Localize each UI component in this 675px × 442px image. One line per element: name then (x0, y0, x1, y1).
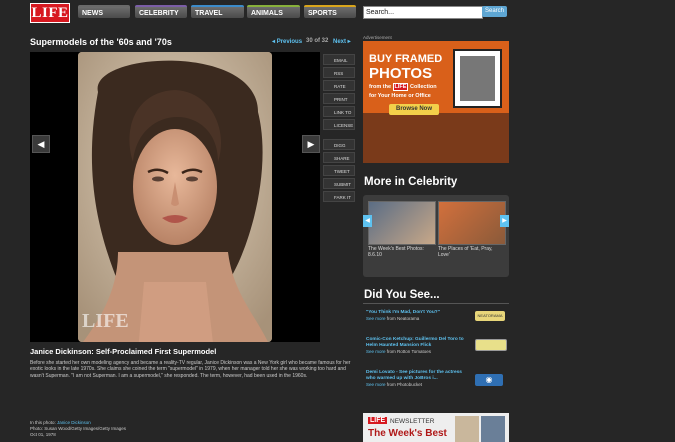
next-label: Next (333, 39, 347, 45)
more-thumb-1[interactable] (368, 201, 436, 245)
newsletter-banner[interactable]: LIFE NEWSLETTER The Week's Best (363, 413, 509, 442)
photo-date: Oct 01, 1978 (30, 432, 56, 437)
caption-body: Before she started her own modeling agen… (30, 360, 351, 379)
dys-item-1[interactable]: "You Think I'm Mad, Don't You?" See more… (366, 310, 468, 322)
portrait-illustration (78, 52, 272, 342)
more-next-arrow[interactable]: ▶ (500, 215, 509, 227)
browse-now-button[interactable]: Browse Now (389, 104, 439, 115)
tab-celebrity[interactable]: CELEBRITY (135, 5, 187, 18)
next-link[interactable]: Next ▸ (333, 38, 351, 45)
tab-label: TRAVEL (195, 10, 223, 17)
previous-label: Previous (276, 39, 303, 45)
search-button[interactable]: Search (482, 6, 507, 17)
dys-source: from Photobucket (386, 382, 423, 387)
ad-sofa (363, 113, 509, 163)
neatorama-badge[interactable]: NEATORAMA (475, 311, 505, 321)
license-button[interactable]: LICENSE (323, 119, 355, 130)
dys-source: from Rotton Tomatoes (386, 349, 431, 354)
photo-credits: In this photo: Janice Dickinson Photo: S… (30, 420, 126, 438)
tab-label: NEWS (82, 10, 103, 17)
photo-counter: 30 of 32 (306, 38, 329, 44)
tab-sports[interactable]: SPORTS (304, 5, 356, 18)
more-caption-1[interactable]: The Week's Best Photos: 8.6.10 (368, 246, 434, 258)
in-photo-link[interactable]: Janice Dickinson (57, 420, 91, 425)
rate-button[interactable]: RATE (323, 80, 355, 91)
dys-source: from Neatorama (386, 316, 420, 321)
tab-label: CELEBRITY (139, 10, 179, 17)
tweet-button[interactable]: TWEET (323, 165, 355, 176)
dys-item-3[interactable]: Demi Lovato - See pictures for the actre… (366, 370, 472, 388)
search-input[interactable]: Search... (363, 6, 483, 19)
life-watermark: LIFE (82, 310, 129, 332)
submit-button[interactable]: SUBMIT (323, 178, 355, 189)
more-in-celebrity-title: More in Celebrity (364, 176, 458, 188)
life-logo[interactable]: LIFE (30, 3, 70, 23)
previous-link[interactable]: ◂ Previous (272, 38, 302, 45)
dys-item-title[interactable]: Demi Lovato - See pictures for the actre… (366, 370, 472, 382)
more-prev-arrow[interactable]: ◀ (363, 215, 372, 227)
fark-it-button[interactable]: FARK IT (323, 191, 355, 202)
gallery-title: Supermodels of the '60s and '70s (30, 37, 172, 47)
link-to-button[interactable]: LINK TO (323, 106, 355, 117)
newsletter-headline: The Week's Best (368, 428, 447, 439)
digg-button[interactable]: DIGG (323, 139, 355, 150)
main-photo[interactable]: LIFE (78, 52, 272, 342)
dys-item-title[interactable]: Comic-Con Ketchup: Guillermo Del Toro to… (366, 337, 472, 349)
dys-item-2[interactable]: Comic-Con Ketchup: Guillermo Del Toro to… (366, 337, 472, 355)
ad-line3-collection: Collection (409, 84, 437, 90)
print-button[interactable]: PRINT (323, 93, 355, 104)
email-button[interactable]: EMAIL (323, 54, 355, 65)
photobucket-camera-icon[interactable]: ◉ (475, 374, 503, 386)
see-more-link[interactable]: See more (366, 316, 386, 321)
tab-label: ANIMALS (251, 10, 283, 17)
newsletter-label: NEWSLETTER (390, 418, 435, 425)
divider (363, 303, 509, 304)
ad-framed-photo (453, 49, 502, 108)
share-button[interactable]: SHARE (323, 152, 355, 163)
see-more-link[interactable]: See more (366, 349, 386, 354)
more-thumb-2[interactable] (438, 201, 506, 245)
ad-photo-inner (460, 56, 495, 101)
ad-line3-from: from the (369, 84, 391, 90)
tab-news[interactable]: NEWS (78, 5, 130, 18)
ad-line4: for Your Home or Office (369, 93, 431, 99)
ad-label: Advertisement (363, 35, 392, 40)
framed-photos-ad[interactable]: BUY FRAMED PHOTOS from the LIFE Collecti… (363, 41, 509, 163)
tab-label: SPORTS (308, 10, 337, 17)
newsletter-life-logo: LIFE (368, 417, 388, 424)
see-more-link[interactable]: See more (366, 382, 386, 387)
did-you-see-title: Did You See... (364, 289, 440, 301)
previous-arrow[interactable]: ◀ (32, 135, 50, 153)
tab-animals[interactable]: ANIMALS (247, 5, 300, 18)
ad-line1: BUY FRAMED (369, 53, 443, 65)
in-photo-label: In this photo: (30, 420, 56, 425)
more-caption-2[interactable]: The Places of 'Eat, Pray, Love' (438, 246, 504, 258)
newsletter-thumb-2 (481, 416, 505, 442)
ad-line2: PHOTOS (369, 65, 433, 82)
next-arrow[interactable]: ▶ (302, 135, 320, 153)
rotten-tomatoes-badge[interactable] (475, 339, 507, 351)
ad-life-badge: LIFE (392, 83, 409, 91)
rss-button[interactable]: RSS (323, 67, 355, 78)
tab-travel[interactable]: TRAVEL (191, 5, 244, 18)
caption-title: Janice Dickinson: Self-Proclaimed First … (30, 347, 217, 356)
newsletter-thumb-1 (455, 416, 479, 442)
ad-line3: from the LIFE Collection (369, 83, 437, 91)
